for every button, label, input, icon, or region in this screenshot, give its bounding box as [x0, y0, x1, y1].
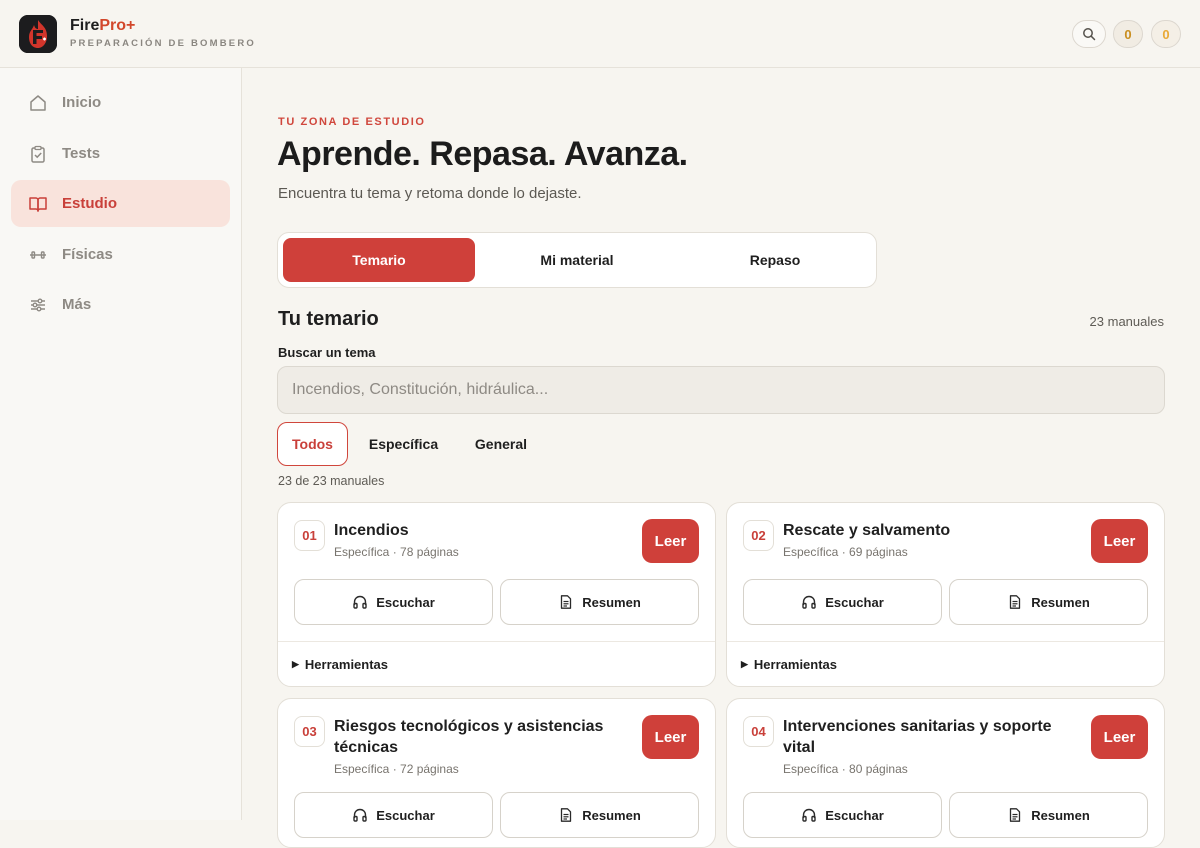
- read-button[interactable]: Leer: [1091, 715, 1148, 759]
- app-logo[interactable]: [19, 15, 57, 53]
- headphones-icon: [802, 808, 816, 822]
- manual-meta: Específica · 80 páginas: [783, 762, 908, 776]
- tab-bar: Temario Mi material Repaso: [277, 232, 877, 288]
- listen-label: Escuchar: [825, 594, 884, 610]
- listen-label: Escuchar: [376, 594, 435, 610]
- points-counter[interactable]: 0: [1151, 20, 1181, 48]
- filter-especifica[interactable]: Específica: [355, 422, 452, 466]
- flame-logo-icon: [19, 15, 57, 53]
- manual-meta: Específica · 69 páginas: [783, 545, 908, 559]
- sidebar-item-label: Más: [62, 296, 92, 313]
- sidebar: Inicio Tests Estudio Físicas Más: [0, 68, 242, 820]
- headphones-icon: [353, 595, 367, 609]
- read-button[interactable]: Leer: [642, 519, 699, 563]
- tab-mi-material[interactable]: Mi material: [481, 238, 673, 282]
- listen-button[interactable]: Escuchar: [294, 792, 493, 838]
- summary-label: Resumen: [582, 807, 641, 823]
- sidebar-item-tests[interactable]: Tests: [11, 130, 230, 177]
- listen-button[interactable]: Escuchar: [743, 792, 942, 838]
- section-eyebrow: TU ZONA DE ESTUDIO: [278, 116, 426, 128]
- headphones-icon: [802, 595, 816, 609]
- summary-label: Resumen: [1031, 594, 1090, 610]
- tools-toggle[interactable]: ▶ Herramientas: [727, 641, 1164, 686]
- manual-number-badge: 03: [294, 716, 325, 747]
- summary-button[interactable]: Resumen: [500, 792, 699, 838]
- sliders-icon: [31, 298, 45, 312]
- summary-button[interactable]: Resumen: [949, 792, 1148, 838]
- sidebar-item-inicio[interactable]: Inicio: [11, 79, 230, 126]
- tools-label: Herramientas: [304, 657, 389, 672]
- listen-button[interactable]: Escuchar: [294, 579, 493, 625]
- summary-label: Resumen: [1031, 807, 1090, 823]
- filter-todos[interactable]: Todos: [277, 422, 348, 466]
- sidebar-item-label: Tests: [62, 145, 101, 162]
- manual-card: 03 Riesgos tecnológicos y asistencias té…: [277, 698, 716, 848]
- brand-name: FirePro+: [70, 17, 136, 34]
- topic-search-input[interactable]: [277, 366, 1165, 414]
- brand-tagline: PREPARACIÓN DE BOMBERO: [70, 38, 256, 49]
- manual-card: 02 Rescate y salvamento Específica · 69 …: [726, 502, 1165, 687]
- triangle-right-icon: ▶: [292, 659, 299, 669]
- manual-title: Riesgos tecnológicos y asistencias técni…: [334, 718, 604, 756]
- sidebar-item-mas[interactable]: Más: [11, 281, 230, 328]
- manual-title: Intervenciones sanitarias y soporte vita…: [783, 718, 1052, 756]
- section-count: 23 manuales: [1089, 314, 1164, 329]
- read-button[interactable]: Leer: [1091, 519, 1148, 563]
- manual-card: 04 Intervenciones sanitarias y soporte v…: [726, 698, 1165, 848]
- streak-counter[interactable]: 0: [1113, 20, 1143, 48]
- search-button[interactable]: [1072, 20, 1106, 48]
- sidebar-item-label: Físicas: [62, 246, 113, 263]
- document-icon: [1010, 595, 1021, 609]
- tab-temario[interactable]: Temario: [283, 238, 475, 282]
- manual-meta: Específica · 78 páginas: [334, 545, 459, 559]
- manual-meta: Específica · 72 páginas: [334, 762, 459, 776]
- manual-number-badge: 02: [743, 520, 774, 551]
- sidebar-item-label: Estudio: [62, 195, 117, 212]
- tools-toggle[interactable]: ▶ Herramientas: [278, 641, 715, 686]
- sidebar-item-fisicas[interactable]: Físicas: [11, 231, 230, 278]
- clipboard-check-icon: [31, 145, 45, 163]
- manual-title: Rescate y salvamento: [783, 522, 951, 539]
- listen-label: Escuchar: [376, 807, 435, 823]
- listen-button[interactable]: Escuchar: [743, 579, 942, 625]
- manual-title: Incendios: [334, 522, 409, 539]
- filter-general[interactable]: General: [460, 422, 542, 466]
- page-subtitle: Encuentra tu tema y retoma donde lo deja…: [278, 185, 582, 202]
- headphones-icon: [353, 808, 367, 822]
- triangle-right-icon: ▶: [741, 659, 748, 669]
- manual-number-badge: 01: [294, 520, 325, 551]
- summary-button[interactable]: Resumen: [500, 579, 699, 625]
- sidebar-item-estudio[interactable]: Estudio: [11, 180, 230, 227]
- summary-label: Resumen: [582, 594, 641, 610]
- document-icon: [1010, 808, 1021, 822]
- tools-label: Herramientas: [753, 657, 838, 672]
- document-icon: [561, 595, 572, 609]
- manual-card: 01 Incendios Específica · 78 páginas Lee…: [277, 502, 716, 687]
- home-icon: [30, 95, 46, 111]
- document-icon: [561, 808, 572, 822]
- search-icon: [1083, 28, 1096, 41]
- book-open-icon: [29, 197, 47, 212]
- section-title: Tu temario: [278, 308, 379, 330]
- manual-number-badge: 04: [743, 716, 774, 747]
- page-title: Aprende. Repasa. Avanza.: [277, 135, 688, 173]
- dumbbell-icon: [30, 251, 46, 259]
- top-bar: FirePro+ PREPARACIÓN DE BOMBERO 0 0: [0, 0, 1200, 68]
- listen-label: Escuchar: [825, 807, 884, 823]
- search-label: Buscar un tema: [278, 345, 376, 360]
- summary-button[interactable]: Resumen: [949, 579, 1148, 625]
- read-button[interactable]: Leer: [642, 715, 699, 759]
- sidebar-item-label: Inicio: [62, 94, 102, 111]
- results-count: 23 de 23 manuales: [278, 474, 385, 488]
- tab-repaso[interactable]: Repaso: [679, 238, 871, 282]
